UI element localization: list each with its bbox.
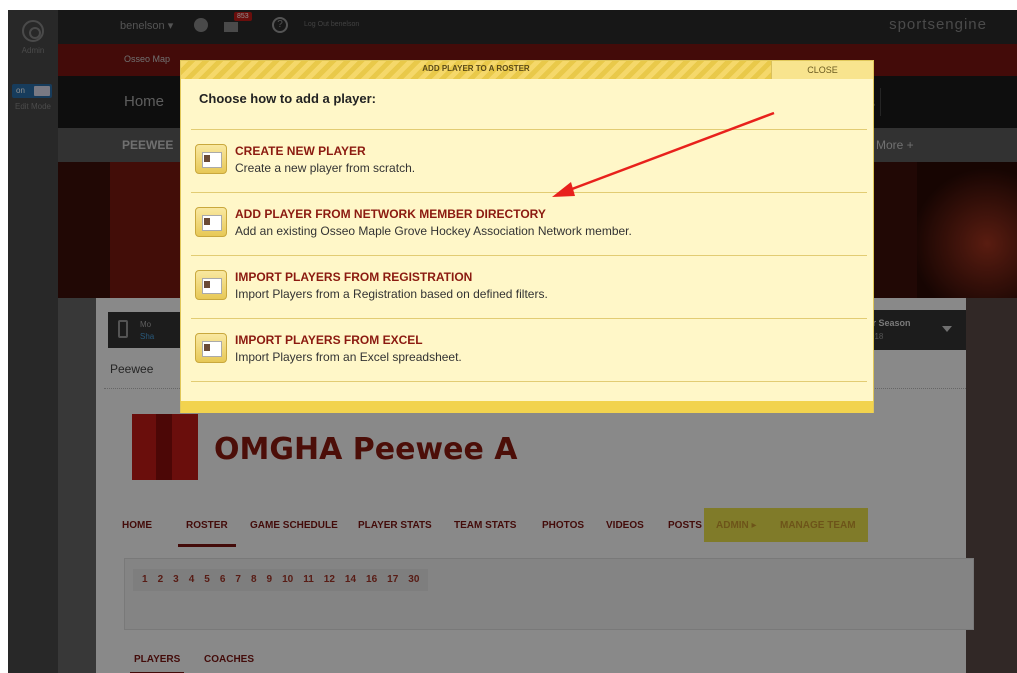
browser-viewport: Admin on Edit Mode benelson ▾ 853 ? Log … (8, 10, 1017, 673)
arrow-shaft (563, 111, 775, 194)
annotation-arrow (552, 111, 775, 197)
arrow-head (552, 182, 575, 197)
